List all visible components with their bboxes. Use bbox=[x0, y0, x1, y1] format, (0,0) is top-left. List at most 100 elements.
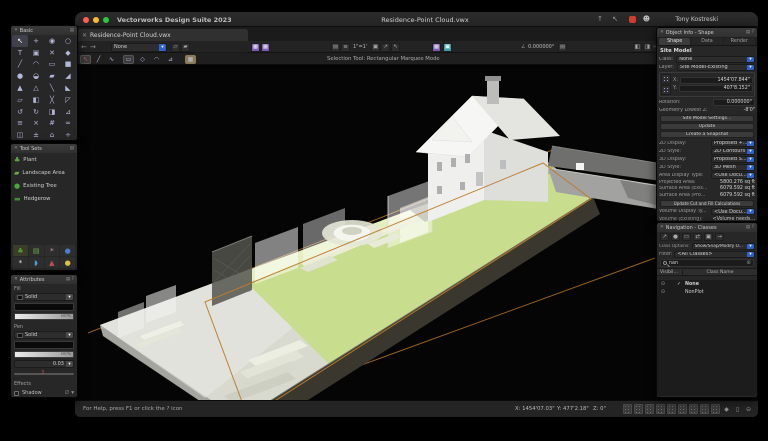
basic-tool-icon[interactable]: ↺ bbox=[12, 106, 28, 118]
basic-tool-icon[interactable]: # bbox=[44, 118, 60, 130]
tab-data[interactable]: Data bbox=[691, 38, 722, 45]
fit-view-icon[interactable]: ↗ bbox=[381, 43, 390, 52]
basic-tool-icon[interactable]: + bbox=[28, 35, 44, 47]
basic-tool-icon[interactable]: ╲ bbox=[44, 82, 60, 94]
selection-tool-icon[interactable]: ↖ bbox=[80, 55, 91, 64]
3d-display-dropdown[interactable]: Proposed S...▾ bbox=[711, 156, 755, 163]
class-row-none[interactable]: ⊙✓None bbox=[657, 280, 757, 288]
tool-icon[interactable]: ● bbox=[60, 257, 75, 268]
navigation-header[interactable]: ✕ Navigation - Classes ▤ ? bbox=[657, 223, 757, 232]
navigation-tool-icon[interactable]: ▣ bbox=[704, 233, 713, 241]
basic-tool-icon[interactable]: ○ bbox=[60, 35, 76, 47]
update-cut-fill-button[interactable]: Update Cut and Fill Calculations bbox=[660, 200, 754, 207]
object-info-header[interactable]: ✕ Object Info - Shape ▤ ? bbox=[657, 28, 757, 37]
class-row-nonplot[interactable]: ⊙NonPlot bbox=[657, 288, 757, 296]
tab-shape[interactable]: Shape bbox=[659, 38, 690, 45]
view-angle-value[interactable]: 0.000000° bbox=[528, 43, 554, 52]
class-dropdown[interactable]: None▾ bbox=[676, 56, 755, 63]
snap-loci-icon[interactable] bbox=[711, 404, 720, 414]
navigation-tool-icon[interactable]: ↗ bbox=[660, 233, 669, 241]
pen-opacity-slider[interactable]: 80% bbox=[14, 351, 74, 358]
shadow-checkbox[interactable] bbox=[14, 391, 19, 396]
basic-tool-icon[interactable]: ◫ bbox=[12, 129, 28, 141]
tool-set-item-plant[interactable]: ♣Plant bbox=[11, 153, 77, 166]
basic-tool-icon[interactable]: ✕ bbox=[44, 47, 60, 59]
polygon-mode-icon[interactable]: ⊿ bbox=[165, 55, 176, 64]
forward-arrow-icon[interactable]: → bbox=[90, 43, 96, 52]
document-tab[interactable]: ✕ Residence-Point Cloud.vwx bbox=[78, 29, 248, 41]
basic-tool-icon[interactable]: ◒ bbox=[28, 70, 44, 82]
design-layer-icon[interactable]: ▦ bbox=[261, 43, 270, 52]
snap-to-object-icon[interactable] bbox=[634, 404, 643, 414]
basic-palette-header[interactable]: ✕ Basic ▤ bbox=[11, 26, 77, 35]
basic-tool-icon[interactable]: T bbox=[12, 47, 28, 59]
minimize-window-button[interactable] bbox=[93, 17, 99, 23]
tool-icon[interactable]: ♣ bbox=[13, 245, 28, 256]
snap-to-grid-icon[interactable] bbox=[623, 404, 632, 414]
class-icon[interactable]: ▦ bbox=[251, 43, 260, 52]
basic-tool-icon[interactable]: △ bbox=[28, 82, 44, 94]
tab-close-icon[interactable]: ✕ bbox=[82, 32, 87, 39]
fill-color-swatch[interactable] bbox=[14, 303, 74, 311]
basic-tool-icon[interactable]: ◆ bbox=[60, 47, 76, 59]
pointer-icon[interactable]: ↖ bbox=[612, 15, 618, 23]
basic-tool-icon[interactable]: ▱ bbox=[12, 94, 28, 106]
palette-menu-icon[interactable]: ▤ ? bbox=[746, 225, 754, 230]
2d-style-dropdown[interactable]: 2D Contours▾ bbox=[711, 148, 755, 155]
2d-display-dropdown[interactable]: Proposed +...▾ bbox=[711, 140, 755, 147]
tool-set-item-landscape-area[interactable]: ▰Landscape Area bbox=[11, 166, 77, 179]
clip-cube-icon[interactable]: ▣ bbox=[443, 43, 452, 52]
rotation-field[interactable]: 0.000000° bbox=[713, 99, 755, 106]
x-coordinate-field[interactable]: 1454'07.844" bbox=[680, 77, 753, 84]
class-search-input[interactable]: nan ⊛ bbox=[660, 259, 754, 267]
3d-style-dropdown[interactable]: 3D Mesh▾ bbox=[711, 164, 755, 171]
basic-tool-icon[interactable]: ⌂ bbox=[44, 129, 60, 141]
basic-tool-icon[interactable]: ╳ bbox=[44, 94, 60, 106]
tool-set-item-hedgerow[interactable]: ▬Hedgerow bbox=[11, 192, 77, 205]
create-snapshot-button[interactable]: Create a Snapshot bbox=[660, 131, 754, 138]
basic-tool-icon[interactable]: ⊿ bbox=[60, 106, 76, 118]
basic-tool-icon[interactable]: ↖ bbox=[12, 35, 28, 47]
palette-menu-icon[interactable]: ▤ ? bbox=[746, 30, 754, 35]
pen-style-dropdown[interactable]: Solid▾ bbox=[14, 331, 74, 339]
rectangular-marquee-mode-icon[interactable]: ▭ bbox=[123, 55, 134, 64]
tool-icon[interactable]: * bbox=[13, 257, 28, 268]
palette-menu-icon[interactable]: ▤ ? bbox=[66, 277, 74, 282]
volume-display-dropdown[interactable]: <Use Docu...▾ bbox=[711, 208, 755, 215]
smart-points-icon[interactable] bbox=[656, 404, 665, 414]
basic-tool-icon[interactable]: ∞ bbox=[60, 118, 76, 130]
basic-tool-icon[interactable]: ╱ bbox=[12, 59, 28, 71]
snap-bar-icon[interactable]: ▯ bbox=[733, 404, 742, 414]
basic-tool-icon[interactable]: ▣ bbox=[28, 47, 44, 59]
update-button[interactable]: Update bbox=[660, 123, 754, 130]
tool-icon[interactable]: * bbox=[45, 245, 60, 256]
navigation-tool-icon[interactable]: ⇄ bbox=[693, 233, 702, 241]
rulers-icon[interactable]: ≡ bbox=[341, 43, 350, 52]
close-icon[interactable]: ✕ bbox=[14, 277, 18, 282]
wand-tool-icon[interactable]: ∿ bbox=[106, 55, 117, 64]
visibility-column-header[interactable]: Visibil... bbox=[657, 270, 683, 275]
grid-icon[interactable]: ▤ bbox=[331, 43, 340, 52]
pen-tool-icon[interactable]: ╱ bbox=[93, 55, 104, 64]
navigation-tool-icon[interactable]: → bbox=[715, 233, 724, 241]
search-options-icon[interactable]: ⊛ bbox=[746, 260, 751, 266]
tool-sets-header[interactable]: ✕ Tool Sets ▤ bbox=[11, 144, 77, 153]
user-menu[interactable]: Tony Kostreski bbox=[675, 16, 718, 23]
saved-views-dropdown[interactable]: None▾ bbox=[111, 43, 167, 52]
fill-style-dropdown[interactable]: Solid▾ bbox=[14, 293, 74, 301]
visibility-eye-icon[interactable]: ⊙ bbox=[657, 289, 669, 295]
close-window-button[interactable] bbox=[83, 17, 89, 23]
pen-color-swatch[interactable] bbox=[14, 341, 74, 349]
palette-menu-icon[interactable]: ▤ bbox=[70, 146, 74, 151]
layer-scale-value[interactable]: 1"=1' bbox=[353, 43, 367, 52]
snap-minus-icon[interactable]: ⊖ bbox=[744, 404, 753, 414]
line-weight-dropdown[interactable]: 0.03 ▾ bbox=[14, 360, 74, 368]
site-model-settings-button[interactable]: Site Model Settings... bbox=[660, 115, 754, 122]
snap-to-tangent-icon[interactable] bbox=[700, 404, 709, 414]
basic-tool-icon[interactable]: ◨ bbox=[44, 106, 60, 118]
basic-tool-icon[interactable]: ± bbox=[28, 129, 44, 141]
basic-tool-icon[interactable]: ▰ bbox=[44, 70, 60, 82]
lighting-icon[interactable]: ◧ bbox=[633, 43, 642, 52]
no-effect-icon[interactable]: ∅ bbox=[64, 390, 69, 396]
saved-view-icon[interactable]: ▦ bbox=[432, 43, 441, 52]
